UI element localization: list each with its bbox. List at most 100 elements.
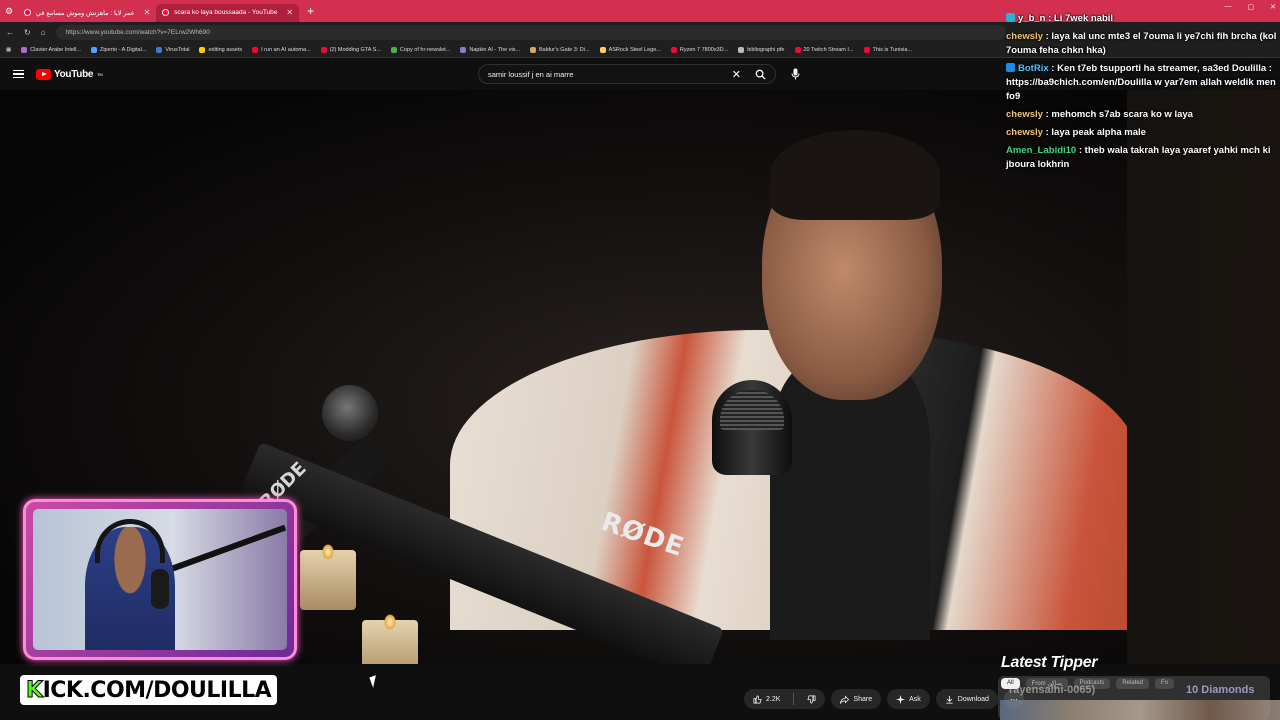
search-icon [755, 69, 766, 80]
bookmark-item[interactable]: bibliographi pfe [738, 46, 785, 53]
chat-username[interactable]: chewsly [1006, 109, 1043, 120]
search-value: samir loussif j en ai marre [488, 69, 574, 79]
chat-text: laya kal unc mte3 el 7ouma li ye7chi fih… [1006, 31, 1277, 56]
chat-message: chewsly : laya peak alpha male [1006, 127, 1146, 138]
chat-text: Li 7wek nabil [1053, 13, 1114, 24]
youtube-play-icon [36, 68, 51, 80]
bookmark-label: bibliographi pfe [747, 46, 785, 53]
kick-channel-banner: K ICK.COM/DOULILLA [20, 675, 278, 705]
chat-badge-icon [1006, 13, 1015, 22]
bookmark-favicon-icon [390, 46, 397, 53]
candle-decoration [362, 614, 418, 664]
download-icon [946, 695, 953, 704]
kick-url: ICK.COM/DOULILLA [42, 677, 272, 703]
browser-tab-active[interactable]: scara ko laya boussaada - YouTube ✕ [156, 3, 300, 22]
bookmark-item[interactable]: Baldur's Gate 3: Di... [530, 46, 590, 53]
kick-prefix: K [26, 677, 44, 703]
tab-title: عمر لايا : ماهزتش وموش مسامع في [36, 9, 135, 17]
chat-username[interactable]: y_b_n [1018, 13, 1045, 24]
webcam-mic-arm [161, 524, 287, 575]
bookmark-favicon-icon [599, 46, 606, 53]
clear-search-icon[interactable]: ✕ [732, 68, 741, 81]
bookmarks-apps-icon[interactable]: ▦ [6, 47, 11, 53]
thumbs-up-icon [753, 694, 762, 703]
bookmark-item[interactable]: VirusTotal [156, 46, 190, 53]
home-icon[interactable]: ⌂ [41, 28, 46, 37]
bookmark-item[interactable]: editing assets [199, 46, 243, 53]
chat-username[interactable]: Amen_Labidi10 [1006, 145, 1076, 156]
video-person-hoodie [770, 360, 930, 640]
related-thumbnails-strip [1000, 700, 1280, 720]
bookmark-favicon-icon [794, 46, 801, 53]
maximize-icon[interactable]: ▢ [1248, 3, 1255, 11]
bookmark-label: VirusTotal [165, 46, 190, 53]
bookmark-item[interactable]: Copy of hr-newslet... [390, 46, 451, 53]
bookmark-item[interactable]: Napkin AI - The vis... [460, 46, 521, 53]
bookmark-label: Copy of hr-newslet... [399, 46, 451, 53]
ask-button[interactable]: Ask [887, 689, 930, 709]
search-button[interactable] [745, 65, 775, 83]
download-button[interactable]: Download [935, 689, 998, 709]
download-label: Download [957, 695, 989, 703]
url-text: https://www.youtube.com/watch?v=7ELrw2Wh… [65, 28, 210, 36]
filter-chip[interactable]: Fo [1155, 678, 1175, 689]
bookmark-label: ASRock Steel Lege... [608, 46, 661, 53]
bookmark-favicon-icon [90, 46, 97, 53]
voice-search-button[interactable] [786, 65, 804, 83]
bookmark-favicon-icon [670, 46, 677, 53]
bookmark-favicon-icon [530, 46, 537, 53]
back-icon[interactable]: ← [6, 28, 14, 37]
dislike-button[interactable] [798, 689, 825, 709]
bookmark-favicon-icon [21, 46, 28, 53]
like-dislike-group: 2.2K [744, 689, 826, 709]
webcam-microphone [151, 569, 169, 609]
bookmark-item[interactable]: I run an AI automa... [252, 46, 311, 53]
url-field[interactable]: https://www.youtube.com/watch?v=7ELrw2Wh… [55, 24, 1006, 40]
podcast-microphone [712, 380, 792, 475]
mic-arm-knob [322, 385, 378, 441]
close-window-icon[interactable]: ✕ [1270, 3, 1276, 11]
youtube-logo-text: YouTube [54, 68, 94, 80]
bookmark-label: editing assets [208, 46, 243, 53]
bookmark-favicon-icon [863, 46, 870, 53]
chat-username[interactable]: chewsly [1006, 31, 1043, 42]
bookmark-favicon-icon [320, 46, 327, 53]
new-tab-button[interactable]: + [299, 4, 322, 18]
screen: ⚙ عمر لايا : ماهزتش وموش مسامع في ✕ scar… [0, 0, 1280, 720]
candle-decoration [300, 544, 356, 610]
tab-title: scara ko laya boussaada - YouTube [174, 9, 278, 16]
minimize-icon[interactable]: — [1225, 3, 1232, 11]
bookmark-label: Napkin AI - The vis... [469, 46, 521, 53]
bookmark-label: (2) Modding GTA S... [329, 46, 381, 53]
bookmark-item[interactable]: Clavier Arabe Intell... [21, 46, 81, 53]
share-button[interactable]: Share [831, 689, 882, 709]
headset-icon [95, 519, 165, 563]
chat-username[interactable]: BotRix [1018, 63, 1049, 74]
bookmark-item[interactable]: (2) Modding GTA S... [320, 46, 381, 53]
bookmark-favicon-icon [252, 46, 259, 53]
bookmark-label: Clavier Arabe Intell... [30, 46, 81, 53]
filter-chip[interactable]: Related [1116, 678, 1149, 689]
like-button[interactable]: 2.2K [744, 689, 789, 709]
bookmark-label: This is Tunisia... [872, 46, 912, 53]
tab-menu-icon[interactable]: ⚙ [0, 0, 18, 22]
youtube-logo[interactable]: YouTube TM [36, 68, 103, 80]
bookmark-label: I run an AI automa... [261, 46, 311, 53]
reload-icon[interactable]: ↻ [24, 28, 31, 37]
chat-text: mehomch s7ab scara ko w laya [1051, 109, 1193, 120]
bookmark-item[interactable]: This is Tunisia... [863, 46, 912, 53]
logo-tm: TM [97, 71, 103, 77]
bookmark-label: 20 Twitch Stream I... [803, 46, 854, 53]
tipper-name: rayensalhi-0065) [1009, 684, 1096, 696]
chat-username[interactable]: chewsly [1006, 127, 1043, 138]
search-input[interactable]: samir loussif j en ai marre ✕ [478, 64, 776, 84]
close-tab-icon[interactable]: ✕ [144, 8, 151, 17]
bookmark-item[interactable]: Ryzen 7 7800x3D... [670, 46, 728, 53]
browser-tab[interactable]: عمر لايا : ماهزتش وموش مسامع في ✕ [18, 4, 156, 22]
bookmark-item[interactable]: ASRock Steel Lege... [599, 46, 661, 53]
menu-icon[interactable] [13, 69, 24, 79]
bookmark-item[interactable]: Ziperto - A Digital... [90, 46, 146, 53]
share-label: Share [853, 695, 873, 703]
bookmark-item[interactable]: 20 Twitch Stream I... [794, 46, 854, 53]
close-tab-icon[interactable]: ✕ [286, 8, 293, 17]
